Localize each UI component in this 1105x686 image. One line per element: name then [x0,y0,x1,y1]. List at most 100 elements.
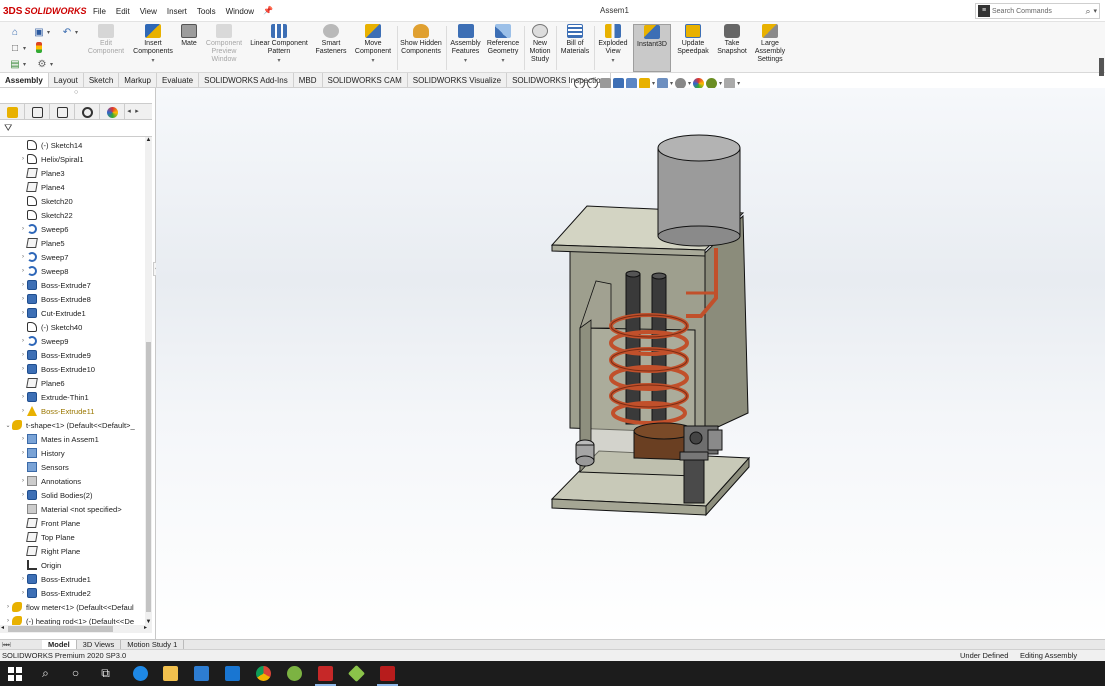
tab-motion-study[interactable]: Motion Study 1 [121,640,185,649]
view-settings-icon[interactable] [724,77,736,89]
menu-tools[interactable]: Tools [192,5,221,18]
show-hidden-components-button[interactable]: Show Hidden Components [399,24,443,72]
expand-arrow-icon[interactable]: › [19,226,27,232]
save-dropdown-icon[interactable]: ▾ [47,29,50,36]
expand-arrow-icon[interactable]: › [19,436,27,442]
menu-insert[interactable]: Insert [162,5,192,18]
expand-arrow-icon[interactable]: › [19,156,27,162]
mail-icon[interactable] [225,666,240,681]
tree-item[interactable]: › Boss-Extrude9 [19,348,91,362]
search-input[interactable]: Search Commands [992,8,1085,15]
tab-featuremanager[interactable] [0,104,25,120]
tree-item[interactable]: Front Plane [19,516,80,530]
tree-item[interactable]: Plane4 [19,180,65,194]
view-orientation-icon[interactable] [639,77,650,89]
edit-component-button[interactable]: Edit Component [86,24,126,72]
insert-components-button[interactable]: Insert Components ▾ [130,24,176,72]
undo-icon[interactable]: ↶ [60,26,74,39]
tab-cam[interactable]: SOLIDWORKS CAM [323,73,408,87]
tree-item[interactable]: Sketch20 [19,194,73,208]
apply-scene-dropdown-icon[interactable]: ▾ [719,80,722,87]
zoom-to-area-icon[interactable] [587,77,598,89]
open-icon[interactable]: ▤ [8,58,22,71]
tree-item[interactable]: Top Plane [19,530,75,544]
new-dropdown-icon[interactable]: ▾ [23,45,26,52]
scroll-right-icon[interactable]: ▸ [144,624,147,631]
tab-dimxpertmanager[interactable] [75,104,100,120]
expand-arrow-icon[interactable]: › [4,604,12,610]
tree-item[interactable]: › Annotations [19,474,81,488]
expand-arrow-icon[interactable]: › [19,590,27,596]
zoom-to-fit-icon[interactable] [574,77,585,89]
expand-arrow-icon[interactable]: › [19,366,27,372]
tree-item[interactable]: › Boss-Extrude8 [19,292,91,306]
tree-item[interactable]: ⌄ t-shape<1> (Default<<Default>_ [4,418,135,432]
edit-appearance-icon[interactable] [693,77,705,89]
tree-item[interactable]: › flow meter<1> (Default<<Defaul [4,600,134,614]
home-icon[interactable]: ⌂ [8,26,22,39]
panel-collapse-icon[interactable]: ○ [74,89,78,96]
toolbar-scroll-handle[interactable] [1099,58,1104,76]
new-motion-study-button[interactable]: New Motion Study [526,24,554,72]
expand-arrow-icon[interactable]: › [19,282,27,288]
expand-arrow-icon[interactable]: › [19,576,27,582]
tree-item[interactable]: › Helix/Spiral1 [19,152,84,166]
component-preview-window-button[interactable]: Component Preview Window [202,24,246,72]
linear-pattern-dropdown-icon[interactable]: ▾ [248,57,310,65]
tab-propertymanager[interactable] [25,104,50,120]
menu-file[interactable]: File [88,5,111,18]
tab-sketch[interactable]: Sketch [84,73,120,87]
tab-layout[interactable]: Layout [49,73,84,87]
options-dropdown-icon[interactable]: ▾ [50,61,53,68]
tree-hscroll-thumb[interactable] [8,626,113,632]
network-app-icon[interactable] [287,666,302,681]
menu-edit[interactable]: Edit [111,5,135,18]
tab-visualize[interactable]: SOLIDWORKS Visualize [408,73,508,87]
pin-menu-icon[interactable]: 📌 [259,5,277,18]
solidworks-2020-icon[interactable] [377,666,398,686]
solidworks-icon[interactable] [315,666,336,686]
expand-arrow-icon[interactable]: › [19,338,27,344]
view-settings-dropdown-icon[interactable]: ▾ [737,80,740,87]
magnifier-icon[interactable]: ⌕ [1085,6,1090,17]
tree-item[interactable]: › Mates in Assem1 [19,432,99,446]
filter-icon[interactable]: ⛛ [4,123,12,134]
dynamic-annotation-icon[interactable] [626,77,637,89]
tree-item[interactable]: › Cut-Extrude1 [19,306,86,320]
tab-addins[interactable]: SOLIDWORKS Add-Ins [199,73,294,87]
graphics-area[interactable] [156,88,1105,639]
tree-item[interactable]: (-) Sketch40 [19,320,82,334]
search-commands[interactable]: ≡ Search Commands ⌕ ▾ [975,3,1100,19]
hide-show-items-icon[interactable] [675,77,687,89]
expand-arrow-icon[interactable]: › [19,478,27,484]
move-component-dropdown-icon[interactable]: ▾ [352,57,394,65]
tree-item[interactable]: › Boss-Extrude7 [19,278,91,292]
rebuild-icon[interactable] [32,42,46,55]
tree-item[interactable]: Plane3 [19,166,65,180]
tree-item[interactable]: Plane6 [19,376,65,390]
linear-component-pattern-button[interactable]: Linear Component Pattern ▾ [248,24,310,72]
cortana-icon[interactable]: ○ [68,666,83,681]
tree-item[interactable]: › Sweep7 [19,250,68,264]
expand-arrow-icon[interactable]: › [19,296,27,302]
open-dropdown-icon[interactable]: ▾ [23,61,26,68]
expand-arrow-icon[interactable]: › [19,352,27,358]
menu-view[interactable]: View [135,5,162,18]
insert-components-dropdown-icon[interactable]: ▾ [130,57,176,65]
tree-item[interactable]: › Extrude-Thin1 [19,390,89,404]
tree-item[interactable]: Right Plane [19,544,80,558]
task-view-icon[interactable]: ⧉ [98,666,113,681]
scroll-up-icon[interactable]: ▲ [145,137,152,143]
tree-scroll-thumb[interactable] [146,342,151,612]
tabs-scroll-left-icon[interactable]: ◂ [125,104,133,119]
expand-arrow-icon[interactable]: › [19,268,27,274]
assembly-features-dropdown-icon[interactable]: ▾ [448,57,483,65]
options-gear-icon[interactable]: ⚙ [35,58,49,71]
update-speedpak-button[interactable]: Update Speedpak [674,24,712,72]
tree-item[interactable]: Sensors [19,460,69,474]
reference-geometry-button[interactable]: Reference Geometry ▾ [485,24,521,72]
assembly-model[interactable] [156,88,1105,639]
tree-item[interactable]: Plane5 [19,236,65,250]
edge-icon[interactable] [133,666,148,681]
tab-configurationmanager[interactable] [50,104,75,120]
